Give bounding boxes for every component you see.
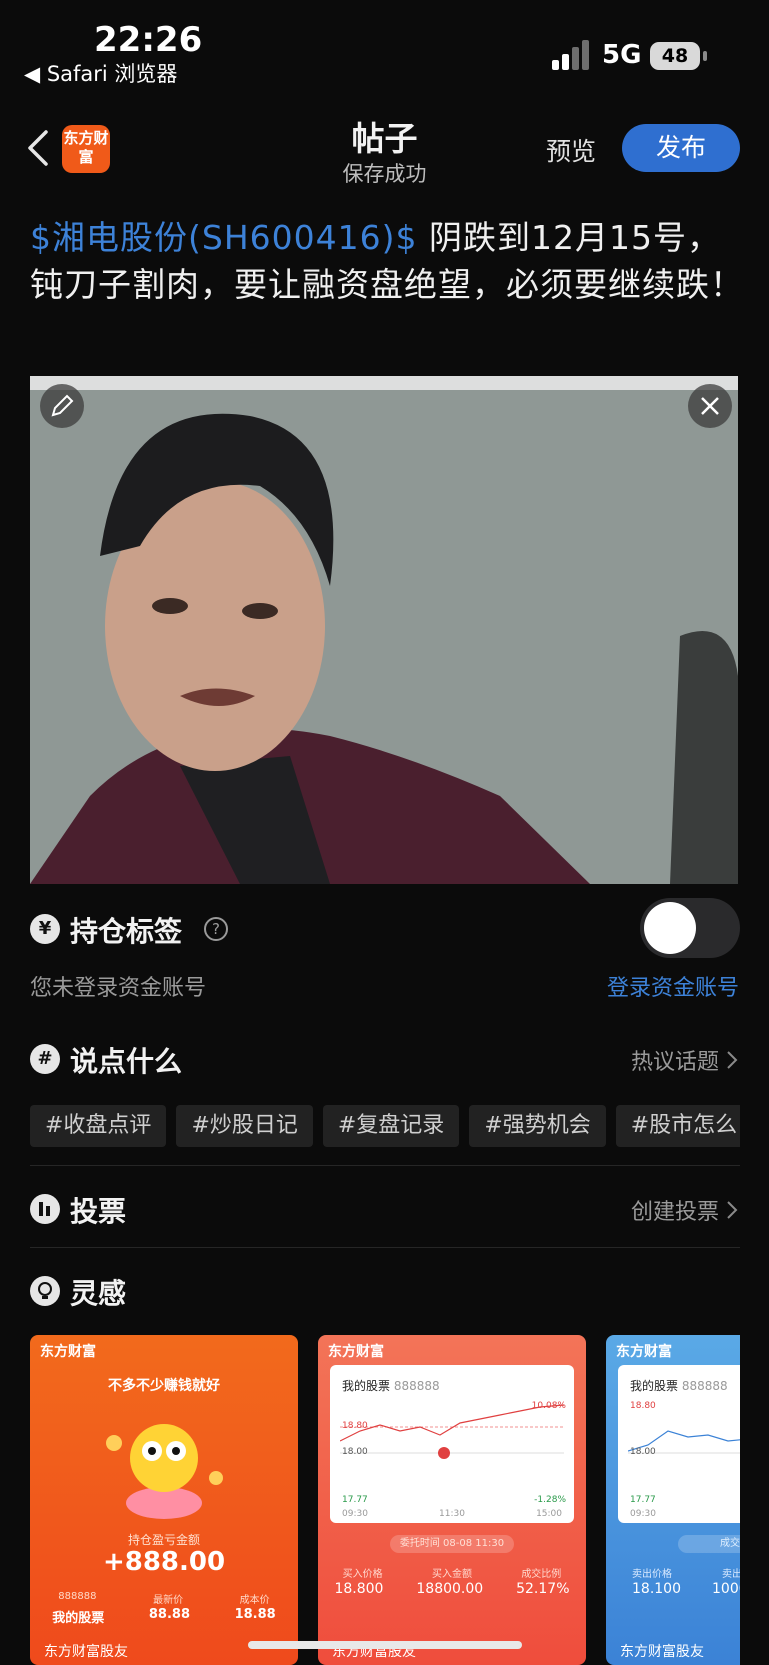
photo-illustration: [30, 376, 738, 884]
publish-button[interactable]: 发布: [622, 124, 740, 172]
card-brand: 东方财富: [40, 1344, 96, 1360]
battery-tip: [703, 51, 707, 61]
chart-price-mid: 18.00: [630, 1447, 656, 1457]
card-brand: 东方财富: [328, 1344, 384, 1360]
say-something-title: 说点什么: [70, 1045, 183, 1078]
col-value: 18800.00: [416, 1581, 484, 1597]
pencil-icon: [51, 394, 74, 417]
inspiration-card[interactable]: 东方财富 我的股票 888888 10.08% -1.28% 18.80 18.…: [318, 1335, 586, 1665]
chart-time: 09:30: [630, 1509, 656, 1519]
col-value: 18.800: [334, 1581, 384, 1597]
hashtag-icon: #: [30, 1044, 60, 1074]
card-code: 888888: [681, 1379, 728, 1393]
card-footer: 东方财富股友: [620, 1644, 704, 1660]
remove-photo-button[interactable]: [688, 384, 732, 428]
close-icon: [701, 397, 719, 415]
topic-tag[interactable]: #强势机会: [469, 1105, 606, 1147]
post-text[interactable]: $湘电股份(SH600416)$ 阴跌到12月15号，钝刀子割肉，要让融资盘绝望…: [30, 214, 745, 308]
col-label: 最新价: [153, 1595, 184, 1606]
stock-link[interactable]: $湘电股份(SH600416)$: [30, 218, 417, 257]
hot-topics-link[interactable]: 热议话题: [631, 1044, 719, 1076]
inspiration-title: 灵感: [70, 1277, 127, 1310]
mascot-illustration: [106, 1424, 223, 1519]
preview-button[interactable]: 预览: [546, 132, 596, 168]
col-label: 成本价: [239, 1595, 270, 1606]
clock: 22:26: [94, 20, 203, 60]
col-value: 10000: [712, 1581, 740, 1597]
card-stock: 我的股票: [342, 1379, 391, 1393]
col-label: 买入价格: [342, 1569, 383, 1580]
chart-time: 11:30: [439, 1509, 465, 1519]
topic-tag[interactable]: #股市怎么: [615, 1105, 740, 1147]
chart-time: 15:00: [536, 1509, 562, 1519]
col-label: 买入金额: [431, 1569, 472, 1580]
yen-icon: ¥: [30, 914, 60, 944]
home-indicator[interactable]: [248, 1641, 522, 1649]
order-time: 委托时间 08-08 11:30: [390, 1535, 514, 1553]
login-account-link[interactable]: 登录资金账号: [607, 970, 739, 1002]
battery-icon: 48: [650, 42, 700, 70]
edit-photo-button[interactable]: [40, 384, 84, 428]
card-label: 持仓盈亏金额: [127, 1533, 200, 1547]
card-amount: +888.00: [102, 1547, 226, 1577]
create-vote-link[interactable]: 创建投票: [631, 1194, 719, 1226]
col-value: 我的股票: [52, 1611, 105, 1626]
signal-icon: [552, 40, 589, 70]
card-chart-panel: 我的股票 888888 18.80 18.00 17.77 09:30: [618, 1365, 740, 1523]
mini-price-chart: [340, 1401, 564, 1505]
col-value: 52.17%: [516, 1581, 570, 1597]
card-slogan: 不多不少赚钱就好: [108, 1378, 220, 1394]
col-value: 88.88: [148, 1607, 190, 1622]
toggle-knob: [644, 902, 696, 954]
chart-price-high: 18.80: [630, 1401, 656, 1411]
inspiration-card[interactable]: 东方财富 不多不少赚钱就好 持仓盈亏金额 +888.00 888888 最新价 …: [30, 1335, 298, 1665]
nav-bar: 东方财富 帖子 保存成功 预览 发布: [0, 110, 769, 190]
col-label: 卖出: [722, 1569, 740, 1580]
inspiration-card[interactable]: 东方财富 我的股票 888888 18.80 18.00 17.77 09:30…: [606, 1335, 740, 1665]
position-tag-title: 持仓标签: [70, 915, 183, 948]
card-footer: 东方财富股友: [44, 1644, 128, 1660]
lightbulb-icon: [30, 1276, 60, 1306]
status-bar: 22:26 ◀ Safari 浏览器 5G 48: [0, 0, 769, 96]
back-to-safari-link[interactable]: ◀ Safari 浏览器: [24, 58, 177, 88]
col-value: 18.100: [632, 1581, 681, 1597]
col-label: 卖出价格: [632, 1569, 672, 1580]
account-hint: 您未登录资金账号: [30, 976, 207, 1001]
chart-time: 09:30: [342, 1509, 368, 1519]
network-label: 5G: [602, 40, 642, 70]
chevron-right-icon: [727, 1051, 738, 1069]
topic-tags: #收盘点评 #炒股日记 #复盘记录 #强势机会 #股市怎么: [30, 1105, 740, 1147]
divider: [30, 1247, 740, 1248]
vote-icon: [30, 1194, 60, 1224]
chart-high-pct: 10.08%: [531, 1401, 566, 1411]
chevron-right-icon: [727, 1201, 738, 1219]
card-code: 888888: [393, 1379, 440, 1393]
divider: [30, 1165, 740, 1166]
position-tag-toggle[interactable]: [640, 898, 740, 958]
card-chart-panel: 我的股票 888888 10.08% -1.28% 18.80 18.00 17…: [330, 1365, 574, 1523]
card-stock: 我的股票: [630, 1379, 679, 1393]
col-label: 成交比例: [521, 1569, 562, 1580]
chart-low-pct: -1.28%: [534, 1495, 566, 1505]
help-icon[interactable]: ?: [204, 917, 228, 941]
topic-tag[interactable]: #复盘记录: [322, 1105, 460, 1147]
col-value: 18.88: [234, 1607, 276, 1622]
topic-tag[interactable]: #收盘点评: [30, 1105, 167, 1147]
attached-photo: [30, 376, 738, 884]
col-label: 888888: [58, 1591, 97, 1602]
topic-tag[interactable]: #炒股日记: [176, 1105, 313, 1147]
card-brand: 东方财富: [616, 1344, 672, 1360]
chart-price-mid: 18.00: [342, 1447, 368, 1457]
vote-title: 投票: [70, 1195, 127, 1228]
inspiration-cards: 东方财富 不多不少赚钱就好 持仓盈亏金额 +888.00 888888 最新价 …: [30, 1335, 740, 1665]
chart-price-low: 17.77: [342, 1495, 368, 1505]
chart-price-low: 17.77: [630, 1495, 656, 1505]
order-time: 成交时间: [678, 1535, 740, 1553]
chart-price-high: 18.80: [342, 1421, 368, 1431]
